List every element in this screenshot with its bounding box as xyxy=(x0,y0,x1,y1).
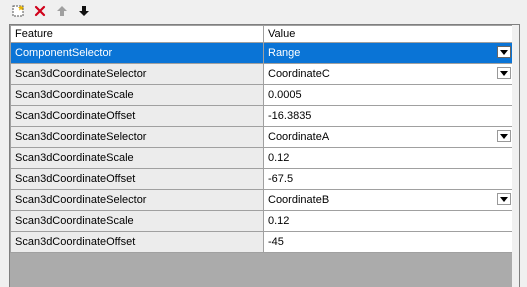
value-text: CoordinateB xyxy=(268,194,330,206)
table-row[interactable]: Scan3dCoordinateSelector CoordinateB xyxy=(10,189,516,211)
feature-name-cell[interactable]: Scan3dCoordinateScale xyxy=(10,84,264,106)
move-down-icon[interactable] xyxy=(75,2,93,20)
table-row[interactable]: Scan3dCoordinateSelector CoordinateC xyxy=(10,63,516,85)
scrollbar[interactable] xyxy=(512,25,519,287)
feature-column-header[interactable]: Feature xyxy=(10,25,264,43)
table-row[interactable]: Scan3dCoordinateOffset -16.3835 xyxy=(10,105,516,127)
feature-name-cell[interactable]: Scan3dCoordinateOffset xyxy=(10,105,264,127)
chevron-down-icon[interactable] xyxy=(497,130,511,142)
value-select[interactable]: Range xyxy=(263,42,516,64)
table-row[interactable]: Scan3dCoordinateScale 0.12 xyxy=(10,147,516,169)
feature-name-cell[interactable]: Scan3dCoordinateOffset xyxy=(10,168,264,190)
feature-grid: Feature Value ComponentSelector Range Scan… xyxy=(9,24,520,287)
feature-name-cell[interactable]: Scan3dCoordinateScale xyxy=(10,147,264,169)
value-field[interactable]: 0.12 xyxy=(263,210,516,232)
value-text: Range xyxy=(268,47,301,59)
value-select[interactable]: CoordinateA xyxy=(263,126,516,148)
chevron-down-icon[interactable] xyxy=(497,46,511,58)
chevron-down-icon[interactable] xyxy=(497,67,511,79)
table-row[interactable]: Scan3dCoordinateScale 0.0005 xyxy=(10,84,516,106)
table-row[interactable]: Scan3dCoordinateSelector CoordinateA xyxy=(10,126,516,148)
value-select[interactable]: CoordinateC xyxy=(263,63,516,85)
value-text: 0.12 xyxy=(268,152,290,164)
value-text: 0.12 xyxy=(268,215,290,227)
value-column-header[interactable]: Value xyxy=(263,25,516,43)
feature-name-cell[interactable]: Scan3dCoordinateSelector xyxy=(10,189,264,211)
table-row[interactable]: Scan3dCoordinateScale 0.12 xyxy=(10,210,516,232)
table-row[interactable]: Scan3dCoordinateOffset -45 xyxy=(10,231,516,253)
value-text: 0.0005 xyxy=(268,89,302,101)
table-row[interactable]: ComponentSelector Range xyxy=(10,42,516,64)
value-field[interactable]: -67.5 xyxy=(263,168,516,190)
table-row[interactable]: Scan3dCoordinateOffset -67.5 xyxy=(10,168,516,190)
feature-name-cell[interactable]: Scan3dCoordinateOffset xyxy=(10,231,264,253)
new-icon[interactable] xyxy=(9,2,27,20)
value-text: -45 xyxy=(268,236,284,248)
feature-name-cell[interactable]: Scan3dCoordinateSelector xyxy=(10,126,264,148)
value-text: CoordinateA xyxy=(268,131,330,143)
move-up-icon[interactable] xyxy=(53,2,71,20)
value-text: -16.3835 xyxy=(268,110,312,122)
value-text: -67.5 xyxy=(268,173,294,185)
value-field[interactable]: -16.3835 xyxy=(263,105,516,127)
value-text: CoordinateC xyxy=(268,68,330,80)
toolbar xyxy=(0,0,527,21)
feature-name-cell[interactable]: Scan3dCoordinateSelector xyxy=(10,63,264,85)
feature-name-cell[interactable]: ComponentSelector xyxy=(10,42,264,64)
delete-icon[interactable] xyxy=(31,2,49,20)
value-field[interactable]: -45 xyxy=(263,231,516,253)
feature-name-cell[interactable]: Scan3dCoordinateScale xyxy=(10,210,264,232)
value-field[interactable]: 0.12 xyxy=(263,147,516,169)
chevron-down-icon[interactable] xyxy=(497,193,511,205)
value-field[interactable]: 0.0005 xyxy=(263,84,516,106)
value-select[interactable]: CoordinateB xyxy=(263,189,516,211)
